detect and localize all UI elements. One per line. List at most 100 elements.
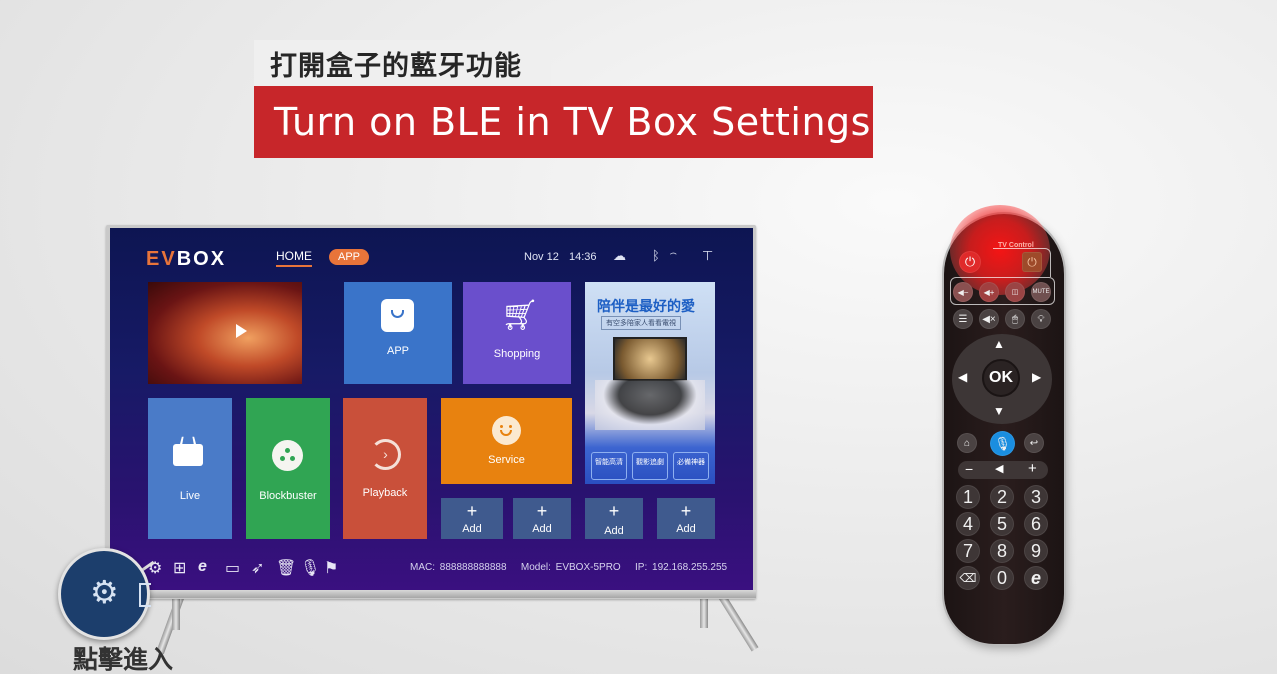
volume-icon: ◀ bbox=[995, 463, 1004, 475]
logo-box: BOX bbox=[176, 248, 227, 270]
power-icon[interactable]: ⏻ bbox=[959, 251, 981, 273]
promo-banner-tile[interactable]: 陪伴是最好的愛 有空多陪家人看看電視 智能高清 觀影追劇 必備神器 bbox=[585, 282, 715, 484]
mac-address: MAC: 888888888888 bbox=[410, 562, 507, 573]
play-icon bbox=[236, 324, 247, 338]
live-tile[interactable]: Live bbox=[148, 398, 232, 539]
network-icon: ⊤ bbox=[702, 248, 714, 263]
mute-icon[interactable]: ◀× bbox=[979, 309, 999, 329]
wifi-icon: ◝ bbox=[667, 248, 681, 262]
voice-mic-icon[interactable]: 🎙︎ bbox=[990, 431, 1015, 456]
app-store-icon bbox=[381, 299, 414, 332]
status-time: 14:36 bbox=[569, 251, 597, 263]
dpad-right[interactable]: ▶ bbox=[1032, 370, 1041, 384]
mute-icon[interactable]: MUTE bbox=[1031, 282, 1051, 302]
ip-address: IP: 192.168.255.255 bbox=[635, 562, 728, 573]
tv-screen: EVBOX HOME APP Nov 12 14:36 ☁ ᛒ ◝ ⊤ APP … bbox=[110, 228, 753, 590]
num-7[interactable]: 7 bbox=[956, 539, 980, 563]
shopping-cart-icon: 🛒︎ bbox=[501, 299, 540, 332]
browser-icon[interactable]: e bbox=[198, 558, 207, 576]
volume-up-button[interactable]: + bbox=[1028, 460, 1037, 477]
plus-icon: + bbox=[608, 501, 620, 521]
vol-down-icon[interactable]: ◀− bbox=[953, 282, 973, 302]
num-4[interactable]: 4 bbox=[956, 512, 980, 536]
mouse-icon[interactable]: 🖱︎ bbox=[1005, 309, 1025, 329]
promo-family-image bbox=[595, 380, 705, 430]
chinese-title: 打開盒子的藍牙功能 bbox=[254, 40, 551, 86]
tab-home[interactable]: HOME bbox=[276, 249, 312, 267]
bluetooth-icon: ᛒ bbox=[652, 248, 660, 263]
flag-icon[interactable]: ⚑ bbox=[324, 558, 338, 578]
apps-grid-icon-partial bbox=[139, 583, 151, 607]
english-title: Turn on BLE in TV Box Settings bbox=[254, 86, 873, 158]
add-label: Add bbox=[676, 523, 696, 535]
add-tile[interactable]: + Add bbox=[513, 498, 571, 539]
folder-icon[interactable]: ▭ bbox=[225, 558, 240, 578]
settings-magnifier[interactable]: ⚙ bbox=[58, 548, 151, 640]
dpad-up[interactable]: ▲ bbox=[993, 337, 1005, 351]
service-tile-label: Service bbox=[488, 454, 525, 466]
dpad-left[interactable]: ◀ bbox=[958, 370, 967, 384]
back-icon[interactable]: ↩ bbox=[1024, 433, 1044, 453]
tv-antenna bbox=[179, 436, 197, 445]
film-reel-icon bbox=[272, 440, 303, 471]
plus-icon: + bbox=[536, 501, 548, 521]
rocket-icon[interactable]: ➶ bbox=[251, 558, 264, 578]
add-label: Add bbox=[604, 525, 624, 537]
promo-badge: 必備神器 bbox=[673, 452, 709, 480]
status-date: Nov 12 bbox=[524, 251, 559, 263]
dpad-down[interactable]: ▼ bbox=[993, 404, 1005, 418]
browser-icon[interactable]: e bbox=[1024, 566, 1048, 590]
add-tile[interactable]: + Add bbox=[585, 498, 643, 539]
promo-badge: 觀影追劇 bbox=[632, 452, 668, 480]
menu-icon[interactable]: ☰ bbox=[953, 309, 973, 329]
featured-video-tile[interactable] bbox=[148, 282, 302, 384]
home-icon[interactable]: ⌂ bbox=[957, 433, 977, 453]
playback-tile-label: Playback bbox=[362, 487, 408, 499]
add-tile[interactable]: + Add bbox=[657, 498, 715, 539]
device-info: MAC: 888888888888 Model: EVBOX-5PRO IP: … bbox=[410, 562, 727, 573]
plus-icon: + bbox=[466, 501, 478, 521]
click-to-enter-label: 點擊進入 bbox=[73, 645, 174, 674]
add-label: Add bbox=[532, 523, 552, 535]
promo-headline: 陪伴是最好的愛 bbox=[597, 299, 695, 315]
shopping-tile[interactable]: 🛒︎ Shopping bbox=[463, 282, 571, 384]
volume-down-button[interactable]: − bbox=[965, 461, 973, 477]
tv-input-icon[interactable]: ◫ bbox=[1005, 282, 1025, 302]
logo-ev: EV bbox=[146, 248, 177, 270]
plus-icon: + bbox=[680, 501, 692, 521]
tab-app[interactable]: APP bbox=[329, 249, 370, 265]
ok-button[interactable]: OK bbox=[982, 359, 1020, 397]
num-9[interactable]: 9 bbox=[1024, 539, 1048, 563]
blockbuster-tile[interactable]: Blockbuster bbox=[246, 398, 330, 539]
num-2[interactable]: 2 bbox=[990, 485, 1014, 509]
settings-icon: ⚙ bbox=[90, 574, 119, 610]
num-3[interactable]: 3 bbox=[1024, 485, 1048, 509]
cloud-icon: ☁ bbox=[613, 248, 626, 263]
blockbuster-tile-label: Blockbuster bbox=[259, 490, 317, 502]
model-name: Model: EVBOX-5PRO bbox=[520, 562, 621, 573]
num-0[interactable]: 0 bbox=[990, 566, 1014, 590]
trash-icon[interactable]: 🗑︎ bbox=[276, 558, 296, 578]
smiley-icon bbox=[492, 416, 521, 445]
evbox-logo: EVBOX bbox=[146, 248, 226, 271]
promo-tv-image bbox=[613, 337, 687, 381]
num-6[interactable]: 6 bbox=[1024, 512, 1048, 536]
tv-bottom-bezel bbox=[106, 590, 756, 598]
add-tile[interactable]: + Add bbox=[441, 498, 503, 539]
live-tile-label: Live bbox=[179, 490, 201, 502]
app-tile[interactable]: APP bbox=[344, 282, 452, 384]
vol-up-icon[interactable]: ◀+ bbox=[979, 282, 999, 302]
apps-grid-icon[interactable]: ⊞ bbox=[173, 558, 186, 578]
promo-subline: 有空多陪家人看看電視 bbox=[601, 316, 681, 330]
light-icon[interactable]: 💡︎ bbox=[1031, 309, 1051, 329]
mic-icon[interactable]: 🎙︎ bbox=[300, 558, 320, 578]
add-label: Add bbox=[462, 523, 482, 535]
num-8[interactable]: 8 bbox=[990, 539, 1014, 563]
num-1[interactable]: 1 bbox=[956, 485, 980, 509]
backspace-icon[interactable]: ⌫ bbox=[956, 566, 980, 590]
service-tile[interactable]: Service bbox=[441, 398, 572, 484]
num-5[interactable]: 5 bbox=[990, 512, 1014, 536]
playback-tile[interactable]: › Playback bbox=[343, 398, 427, 539]
app-tile-label: APP bbox=[386, 345, 409, 357]
tv-power-icon[interactable]: ⏻ bbox=[1022, 252, 1042, 272]
